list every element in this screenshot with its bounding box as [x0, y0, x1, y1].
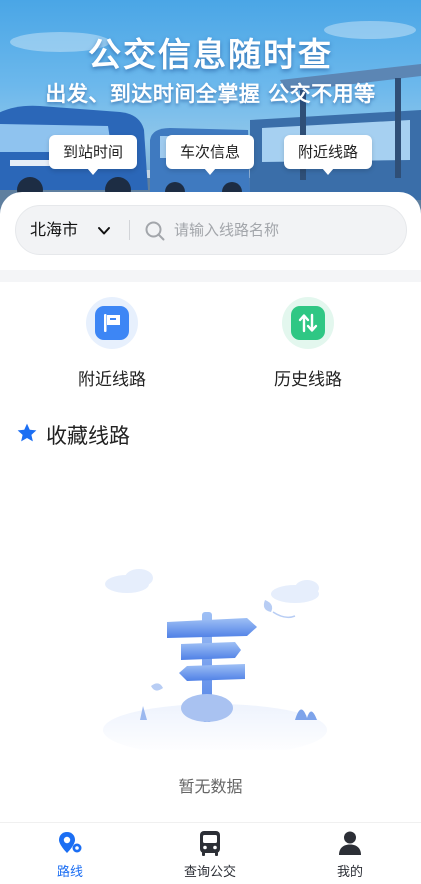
nav-bus-query[interactable]: 查询公交 — [160, 829, 260, 883]
empty-state-text: 暂无数据 — [178, 777, 243, 796]
nav-label: 路线 — [56, 865, 83, 880]
nav-label: 查询公交 — [183, 865, 236, 880]
user-icon — [339, 831, 361, 855]
star-icon — [17, 423, 37, 442]
route-pin-icon — [59, 832, 82, 853]
chip-trip-info[interactable]: 车次信息 — [166, 135, 255, 175]
favorites-title: 收藏线路 — [46, 424, 130, 448]
nav-route[interactable]: 路线 — [20, 829, 120, 883]
banner-title: 公交信息随时查 — [88, 35, 333, 74]
city-selector[interactable]: 北海市 — [30, 206, 78, 256]
swap-arrows-icon — [291, 306, 325, 340]
search-bar: 北海市 — [15, 205, 407, 255]
flag-icon — [95, 306, 129, 340]
shortcut-history-routes[interactable]: 历史线路 — [238, 297, 378, 393]
nav-mine[interactable]: 我的 — [300, 829, 400, 883]
shortcut-nearby-routes[interactable]: 附近线路 — [42, 297, 182, 393]
section-divider — [0, 270, 421, 282]
chip-nearby-routes[interactable]: 附近线路 — [284, 135, 373, 175]
search-divider — [129, 220, 130, 240]
bottom-nav: 路线 查询公交 我的 — [0, 822, 421, 884]
search-card: 北海市 — [0, 192, 421, 272]
search-icon — [145, 221, 165, 241]
nearby-icon-bg — [86, 297, 138, 349]
chip-arrival-time[interactable]: 到站时间 — [49, 135, 138, 175]
history-icon-bg — [282, 297, 334, 349]
bus-icon — [200, 831, 220, 856]
empty-signpost-illustration — [103, 569, 327, 750]
banner-subtitle: 出发、到达时间全掌握 公交不用等 — [45, 82, 376, 106]
shortcut-label: 历史线路 — [274, 370, 342, 390]
shortcut-label: 附近线路 — [78, 370, 146, 390]
route-search-input[interactable] — [174, 214, 394, 246]
nav-label: 我的 — [336, 865, 363, 880]
chevron-down-icon[interactable] — [96, 223, 112, 239]
